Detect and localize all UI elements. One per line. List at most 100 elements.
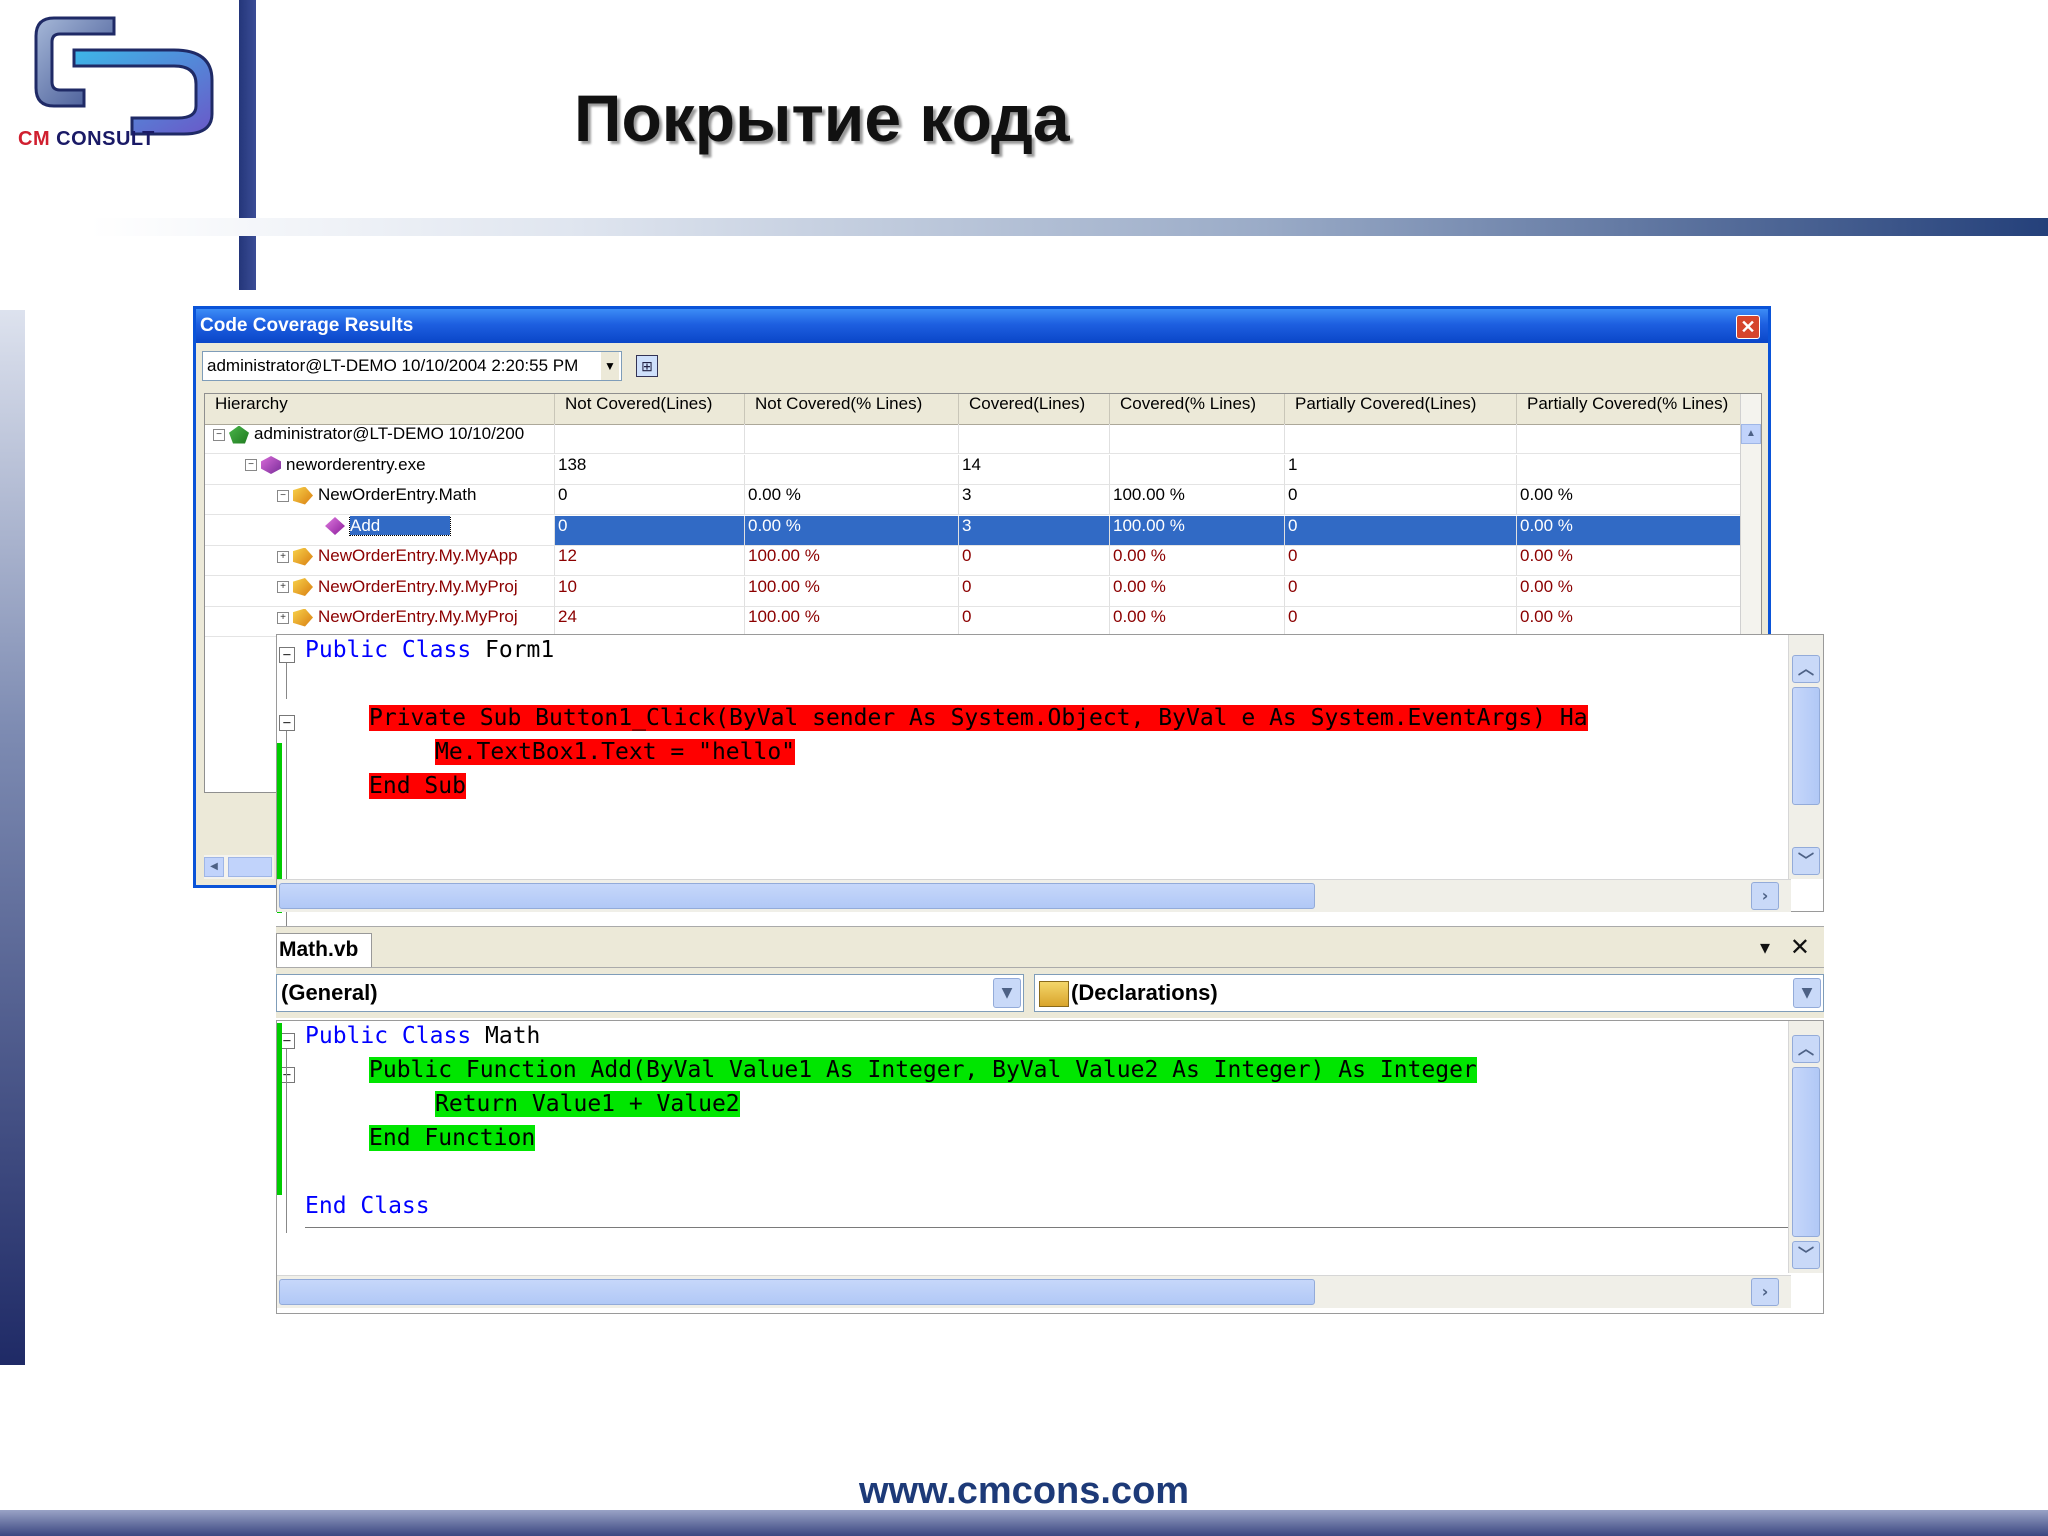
- scroll-down-icon[interactable]: ﹀: [1792, 847, 1820, 875]
- col-header-hierarchy[interactable]: Hierarchy: [205, 394, 555, 424]
- table-cell: 0.00 %: [1517, 515, 1743, 546]
- scroll-up-icon[interactable]: ︿: [1792, 655, 1820, 683]
- collapse-icon[interactable]: −: [213, 428, 225, 441]
- namespace-icon: [293, 547, 313, 566]
- hierarchy-label: NewOrderEntry.My.MyProj: [318, 607, 518, 626]
- collapse-icon[interactable]: −: [277, 489, 289, 502]
- table-cell: 0: [1285, 515, 1517, 546]
- table-cell: 0: [959, 576, 1110, 607]
- code-line-1: Public Class Form1: [305, 637, 554, 671]
- chevron-down-icon[interactable]: ▼: [1793, 978, 1821, 1008]
- table-cell: 0: [959, 546, 1110, 576]
- col-header-partially-covered-lines[interactable]: Partially Covered(Lines): [1285, 394, 1517, 424]
- window-position-icon[interactable]: ▾: [1760, 935, 1770, 959]
- col-header-not-covered-pct[interactable]: Not Covered(% Lines): [745, 394, 959, 424]
- keyword: End Class: [305, 1193, 430, 1219]
- scroll-thumb[interactable]: [279, 1279, 1315, 1305]
- method-icon: [325, 517, 345, 536]
- hierarchy-cell: + NewOrderEntry.My.MyProj: [205, 576, 555, 607]
- editor-vertical-scrollbar[interactable]: ︿ ﹀: [1788, 635, 1823, 879]
- logo-text-consult: CONSULT: [56, 128, 155, 150]
- hierarchy-cell: − administrator@LT-DEMO 10/10/200: [205, 424, 555, 454]
- table-cell: 3: [959, 515, 1110, 546]
- table-row[interactable]: − NewOrderEntry.Math 0 0.00 % 3 100.00 % 0 0.00…: [205, 485, 1743, 515]
- table-cell: 0: [1285, 546, 1517, 576]
- class-name-select[interactable]: (General) ▼: [276, 974, 1024, 1012]
- col-header-covered-lines[interactable]: Covered(Lines): [959, 394, 1110, 424]
- table-cell: [1110, 454, 1285, 485]
- table-row[interactable]: + NewOrderEntry.My.MyProj 10 100.00 % 0 0.00 …: [205, 576, 1743, 607]
- table-cell: 24: [555, 607, 745, 637]
- expand-icon[interactable]: +: [277, 611, 289, 624]
- keyword: Public Class: [305, 637, 472, 663]
- scroll-thumb[interactable]: [228, 857, 272, 877]
- scroll-thumb[interactable]: [1792, 1067, 1820, 1237]
- editor-vertical-scrollbar[interactable]: ︿ ﹀: [1788, 1021, 1823, 1273]
- uncovered-code: Me.TextBox1.Text = "hello": [435, 739, 796, 765]
- expand-icon[interactable]: +: [277, 550, 289, 563]
- table-row[interactable]: − administrator@LT-DEMO 10/10/200: [205, 424, 1743, 454]
- scroll-up-icon[interactable]: ︿: [1792, 1035, 1820, 1063]
- table-row[interactable]: + NewOrderEntry.My.MyProj 24 100.00 % 0 0.00 …: [205, 607, 1743, 637]
- bottom-accent-bar: [0, 1510, 2048, 1536]
- scroll-down-icon[interactable]: ﹀: [1792, 1241, 1820, 1269]
- col-header-not-covered-lines[interactable]: Not Covered(Lines): [555, 394, 745, 424]
- run-selector[interactable]: administrator@LT-DEMO 10/10/2004 2:20:55…: [202, 351, 622, 381]
- scroll-thumb[interactable]: [1792, 687, 1820, 805]
- method-name-select[interactable]: (Declarations) ▼: [1034, 974, 1824, 1012]
- table-row[interactable]: Add 0 0.00 % 3 100.00 % 0 0.00 %: [205, 515, 1743, 546]
- method-name-value: (Declarations): [1071, 980, 1218, 1005]
- table-cell: 100.00 %: [1110, 485, 1285, 515]
- uncovered-code: End Sub: [369, 773, 466, 799]
- table-cell: 100.00 %: [745, 576, 959, 607]
- table-cell: 0.00 %: [1110, 607, 1285, 637]
- coverage-margin-bar: [277, 1023, 282, 1195]
- collapse-icon[interactable]: −: [245, 459, 257, 472]
- table-cell: 0: [1285, 576, 1517, 607]
- table-cell: 0: [959, 607, 1110, 637]
- namespace-icon: [293, 578, 313, 597]
- grid-options-icon[interactable]: ⊞: [636, 355, 658, 377]
- form1-code-editor[interactable]: − − Public Class Form1 Private Sub Butto…: [276, 634, 1824, 931]
- table-row[interactable]: − neworderentry.exe 138 14 1: [205, 454, 1743, 485]
- hierarchy-label: NewOrderEntry.My.MyProj: [318, 576, 518, 596]
- table-cell: 0.00 %: [745, 485, 959, 515]
- math-code-editor[interactable]: − − Public Class Math Public Function Ad…: [276, 1020, 1824, 1314]
- table-cell: 0.00 %: [1110, 546, 1285, 576]
- horizontal-accent-bar: [90, 218, 2048, 236]
- tab-math-vb[interactable]: Math.vb: [276, 933, 372, 967]
- expand-icon[interactable]: +: [277, 581, 289, 594]
- table-cell: 0: [1285, 485, 1517, 515]
- code-line-3: Me.TextBox1.Text = "hello": [435, 739, 796, 773]
- namespace-icon: [293, 486, 313, 505]
- col-header-partially-covered-pct[interactable]: Partially Covered(% Lines): [1517, 394, 1743, 424]
- collapse-icon[interactable]: −: [279, 715, 295, 731]
- uncovered-code: Private Sub Button1_Click(ByVal sender A…: [369, 705, 1588, 731]
- table-cell: 1: [1285, 454, 1517, 485]
- scroll-right-icon[interactable]: ›: [1751, 1278, 1779, 1306]
- scroll-right-icon[interactable]: ›: [1751, 882, 1779, 910]
- table-row[interactable]: + NewOrderEntry.My.MyApp 12 100.00 % 0 0.00 %…: [205, 546, 1743, 576]
- scroll-thumb[interactable]: [279, 883, 1315, 909]
- window-title: Code Coverage Results: [200, 315, 414, 336]
- close-icon[interactable]: ✕: [1736, 315, 1760, 339]
- footer-url[interactable]: www.cmcons.com: [0, 1470, 2048, 1513]
- scroll-up-icon[interactable]: ▲: [1741, 424, 1761, 444]
- collapse-icon[interactable]: −: [279, 647, 295, 663]
- code-line-3: Return Value1 + Value2: [435, 1091, 740, 1125]
- editor-horizontal-scrollbar[interactable]: ›: [277, 879, 1791, 912]
- grid-horizontal-scrollbar[interactable]: ◀: [204, 855, 274, 879]
- hierarchy-label: administrator@LT-DEMO 10/10/200: [254, 424, 525, 443]
- code-line-4: End Sub: [369, 773, 466, 807]
- scroll-left-icon[interactable]: ◀: [204, 857, 224, 877]
- col-header-covered-pct[interactable]: Covered(% Lines): [1110, 394, 1285, 424]
- window-titlebar[interactable]: Code Coverage Results ✕: [196, 309, 1768, 343]
- document-tab-bar: Math.vb ▾ ✕: [276, 926, 1824, 968]
- chevron-down-icon[interactable]: ▼: [993, 978, 1021, 1008]
- close-icon[interactable]: ✕: [1790, 933, 1810, 961]
- hierarchy-cell: + NewOrderEntry.My.MyApp: [205, 546, 555, 576]
- chevron-down-icon[interactable]: ▼: [601, 352, 619, 380]
- editor-horizontal-scrollbar[interactable]: ›: [277, 1275, 1791, 1308]
- table-cell: 138: [555, 454, 745, 485]
- table-cell: 0: [555, 485, 745, 515]
